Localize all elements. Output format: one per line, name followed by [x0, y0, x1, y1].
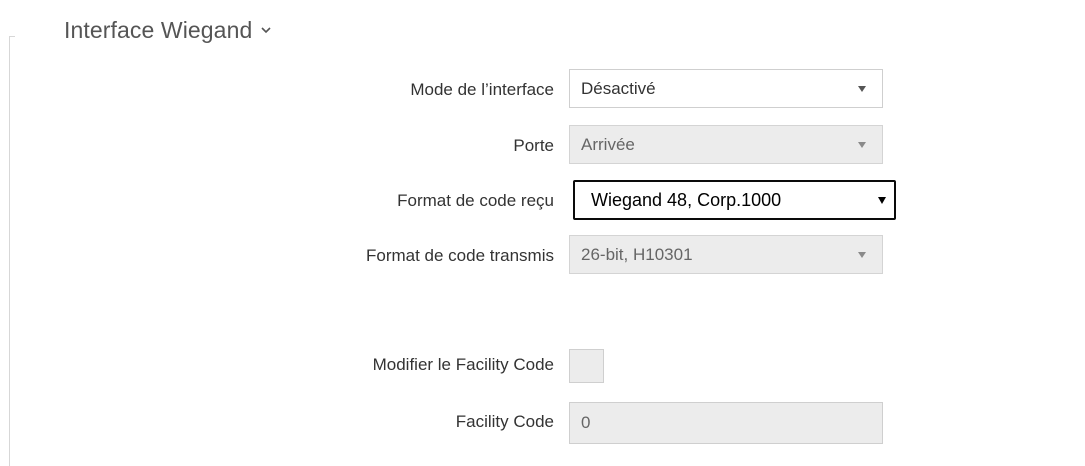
dropdown-arrow-icon [858, 251, 866, 258]
section-header-wiegand[interactable]: Interface Wiegand [64, 14, 271, 46]
section-border-line [9, 36, 10, 466]
transmitted-code-format-label: Format de code transmis [365, 246, 554, 265]
port-label: Porte [513, 136, 554, 155]
section-title: Interface Wiegand [64, 16, 253, 43]
port-value: Arrivée [581, 134, 635, 154]
section-border-tick [9, 36, 15, 37]
modify-facility-code-checkbox[interactable] [569, 349, 604, 383]
received-code-format-value: Wiegand 48, Corp.1000 [591, 189, 782, 210]
transmitted-code-format-select[interactable]: 26-bit, H10301 [569, 235, 883, 274]
interface-mode-value: Désactivé [581, 78, 656, 98]
transmitted-code-format-value: 26-bit, H10301 [581, 244, 693, 264]
chevron-down-icon [261, 27, 271, 34]
facility-code-input[interactable]: 0 [569, 402, 883, 444]
dropdown-arrow-icon [878, 196, 886, 204]
received-code-format-label: Format de code reçu [397, 191, 554, 210]
dropdown-arrow-icon [858, 85, 866, 92]
modify-facility-code-label: Modifier le Facility Code [372, 355, 554, 374]
dropdown-arrow-icon [858, 141, 866, 148]
facility-code-label: Facility Code [455, 412, 554, 431]
received-code-format-select[interactable]: Wiegand 48, Corp.1000 [573, 180, 896, 220]
facility-code-value: 0 [581, 413, 591, 432]
interface-mode-label: Mode de l’interface [410, 80, 554, 99]
interface-mode-select[interactable]: Désactivé [569, 69, 883, 108]
port-select[interactable]: Arrivée [569, 125, 883, 164]
